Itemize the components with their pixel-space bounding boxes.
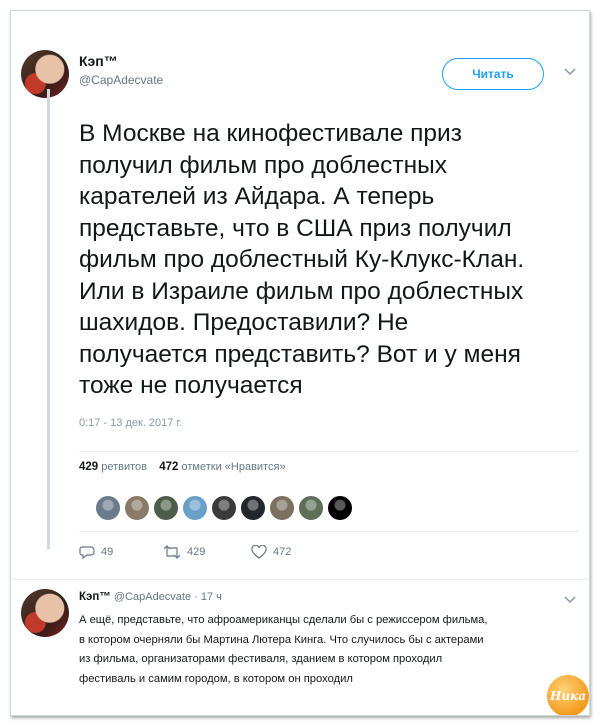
- tweet-text-line: тоже не получается: [79, 372, 303, 399]
- reply-text-line: из фильма, организаторами фестиваля, зда…: [79, 653, 443, 665]
- divider: [79, 531, 579, 532]
- tweet-text-line: В Москве на кинофестивале приз: [79, 120, 462, 147]
- reply-time[interactable]: · 17 ч: [194, 591, 222, 603]
- reply-text-line: фестиваль и самим городом, в котором он …: [79, 672, 353, 685]
- liker-avatar[interactable]: [153, 495, 179, 521]
- reply-author-avatar[interactable]: [21, 589, 69, 637]
- reply-icon: [79, 546, 95, 560]
- liker-avatar[interactable]: [211, 495, 237, 521]
- liker-avatar[interactable]: [298, 495, 324, 521]
- retweet-icon: [163, 545, 181, 559]
- tweet-text-line: шахидов. Предоставили? Не: [79, 309, 409, 336]
- retweet-action[interactable]: 429: [163, 545, 205, 559]
- author-handle[interactable]: @CapAdecvate: [79, 73, 163, 87]
- likes-count[interactable]: 472: [159, 461, 178, 473]
- watermark-logo: Ника: [547, 675, 589, 715]
- tweet-text-line: получил фильм про доблестных: [79, 151, 447, 179]
- tweet-text-line: Или в Израиле фильм про доблестных: [79, 277, 524, 305]
- reply-header: Кэп™ @CapAdecvate · 17 ч: [79, 591, 222, 603]
- reply-author-name[interactable]: Кэп™: [79, 591, 111, 603]
- chevron-down-icon[interactable]: [564, 63, 576, 79]
- chevron-down-icon[interactable]: [564, 591, 576, 607]
- liker-avatar[interactable]: [269, 495, 295, 521]
- divider: [79, 451, 579, 452]
- reply-text: А ещё, представьте, что афроамериканцы с…: [79, 611, 584, 689]
- reply-author-handle[interactable]: @CapAdecvate: [114, 591, 191, 603]
- reply-text-line: А ещё, представьте, что афроамериканцы с…: [79, 614, 488, 626]
- liker-avatar[interactable]: [182, 495, 208, 521]
- reply-text-line: в котором очерняли бы Мартина Лютера Кин…: [79, 633, 484, 646]
- retweet-count: 429: [187, 545, 206, 558]
- author-avatar[interactable]: [21, 50, 69, 98]
- screenshot-frame: Кэп™ @CapAdecvate Читать В Москве на кин…: [10, 10, 590, 716]
- likes-label[interactable]: отметки «Нравится»: [182, 461, 286, 473]
- author-name[interactable]: Кэп™: [79, 53, 118, 69]
- follow-button[interactable]: Читать: [442, 58, 544, 90]
- like-count: 472: [273, 545, 292, 558]
- tweet-text-line: получается представить? Вот и у меня: [79, 340, 521, 368]
- liker-avatar[interactable]: [95, 495, 121, 521]
- tweet-text: В Москве на кинофестивале приз получил ф…: [79, 118, 579, 402]
- liker-avatar[interactable]: [327, 495, 353, 521]
- like-action[interactable]: 472: [251, 544, 292, 559]
- thread-line: [47, 89, 50, 549]
- retweets-count[interactable]: 429: [79, 461, 98, 473]
- liker-avatar[interactable]: [240, 495, 266, 521]
- reply-action[interactable]: 49: [79, 545, 114, 560]
- liker-avatar[interactable]: [124, 495, 150, 521]
- tweet-timestamp[interactable]: 0:17 - 13 дек. 2017 г.: [79, 417, 182, 429]
- tweet-text-line: представьте, что в США приз получил: [79, 214, 512, 242]
- tweet-text-line: фильм про доблестный Ку-Клукс-Клан.: [79, 246, 525, 273]
- tweet-stats: 429 ретвитов 472 отметки «Нравится»: [79, 461, 286, 473]
- tweet-text-line: карателей из Айдара. А теперь: [79, 183, 435, 210]
- heart-icon: [251, 544, 267, 559]
- reply-count: 49: [101, 545, 114, 558]
- divider: [11, 579, 589, 580]
- retweets-label[interactable]: ретвитов: [101, 461, 147, 473]
